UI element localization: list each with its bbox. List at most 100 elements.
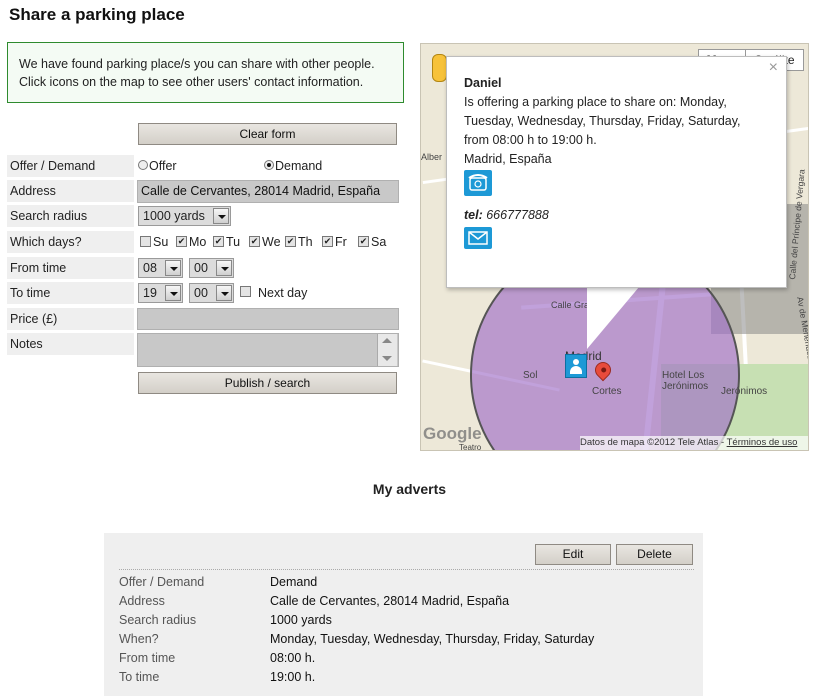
- advert-field-value: Demand: [270, 575, 318, 589]
- next-day-label: Next day: [258, 286, 308, 300]
- label-price: Price (£): [7, 308, 134, 330]
- advert-field-value: 19:00 h.: [270, 670, 316, 684]
- advert-field-label: Address: [119, 594, 165, 608]
- to-hour-select[interactable]: 19: [138, 283, 183, 303]
- demand-radio[interactable]: [264, 160, 274, 170]
- day-label-fr: Fr: [335, 235, 347, 249]
- label-notes: Notes: [7, 333, 134, 355]
- notice-line-1: We have found parking place/s you can sh…: [19, 57, 375, 71]
- label-address: Address: [7, 180, 134, 202]
- chevron-down-icon: [216, 260, 232, 276]
- day-checkbox-su[interactable]: [140, 236, 151, 247]
- street-view-pegman-icon[interactable]: [432, 54, 447, 82]
- infowindow: × Daniel Is offering a parking place to …: [446, 56, 787, 288]
- label-to-time: To time: [7, 282, 134, 304]
- map-label-teatro: Teatro: [459, 443, 482, 451]
- notes-textarea[interactable]: [137, 333, 399, 367]
- advert-row: Offer / Demand Demand: [119, 573, 689, 592]
- infowindow-text-line-2: Tuesday, Wednesday, Thursday, Friday, Sa…: [464, 114, 741, 128]
- advert-card: Edit Delete Offer / Demand Demand Address C…: [104, 533, 703, 696]
- day-checkbox-sa[interactable]: [358, 236, 369, 247]
- chevron-down-icon: [165, 260, 181, 276]
- scroll-down-icon[interactable]: [382, 356, 392, 361]
- google-logo: Google: [423, 424, 482, 443]
- notice-line-2: Click icons on the map to see other user…: [19, 75, 364, 89]
- label-from-time: From time: [7, 257, 134, 279]
- to-minute-value: 00: [194, 286, 208, 300]
- map-attribution-text: Datos de mapa ©2012 Tele Atlas -: [580, 437, 727, 448]
- to-minute-select[interactable]: 00: [189, 283, 234, 303]
- my-adverts-title: My adverts: [372, 481, 447, 497]
- map-label-alber: Alber: [421, 152, 443, 162]
- next-day-checkbox[interactable]: [240, 286, 251, 297]
- day-label-su: Su: [153, 235, 169, 249]
- advert-divider: [119, 569, 694, 570]
- day-label-th: Th: [298, 235, 313, 249]
- from-minute-select[interactable]: 00: [189, 258, 234, 278]
- day-checkbox-fr[interactable]: [322, 236, 333, 247]
- publish-search-button[interactable]: Publish / search: [138, 372, 397, 394]
- map-label-sol: Sol: [523, 370, 538, 381]
- chevron-down-icon: [165, 285, 181, 301]
- tel-label: tel:: [464, 208, 483, 222]
- map-terms-link[interactable]: Términos de uso: [727, 437, 798, 448]
- chevron-down-icon: [216, 285, 232, 301]
- advert-row: Search radius 1000 yards: [119, 611, 689, 630]
- advert-field-value: Monday, Tuesday, Wednesday, Thursday, Fr…: [270, 632, 595, 646]
- notice-box: We have found parking place/s you can sh…: [7, 42, 404, 103]
- day-checkbox-mo[interactable]: [176, 236, 187, 247]
- demand-radio-label: Demand: [275, 159, 323, 173]
- advert-row: From time 08:00 h.: [119, 649, 689, 668]
- advert-field-label: To time: [119, 670, 160, 684]
- offer-radio[interactable]: [138, 160, 148, 170]
- advert-field-value: Calle de Cervantes, 28014 Madrid, España: [270, 594, 510, 608]
- day-checkbox-tu[interactable]: [213, 236, 224, 247]
- label-search-radius: Search radius: [7, 205, 134, 227]
- day-checkbox-th[interactable]: [285, 236, 296, 247]
- label-which-days: Which days?: [7, 231, 134, 253]
- to-hour-value: 19: [143, 286, 157, 300]
- advert-field-value: 1000 yards: [270, 613, 332, 627]
- infowindow-location: Madrid, España: [464, 152, 552, 166]
- chevron-down-icon: [213, 208, 229, 224]
- from-hour-select[interactable]: 08: [138, 258, 183, 278]
- day-checkbox-we[interactable]: [249, 236, 260, 247]
- phone-icon[interactable]: [464, 170, 492, 196]
- tel-number: 666777888: [486, 208, 549, 222]
- day-label-we: We: [262, 235, 281, 249]
- label-offer-demand: Offer / Demand: [7, 155, 134, 177]
- clear-form-button[interactable]: Clear form: [138, 123, 397, 145]
- notes-scrollbar[interactable]: [377, 334, 397, 366]
- day-label-sa: Sa: [371, 235, 387, 249]
- infowindow-pointer: [587, 287, 639, 349]
- search-radius-value: 1000 yards: [143, 209, 205, 223]
- close-icon[interactable]: ×: [769, 60, 778, 76]
- advert-field-label: From time: [119, 651, 176, 665]
- map-attribution: Datos de mapa ©2012 Tele Atlas - Término…: [580, 436, 808, 450]
- offer-radio-label: Offer: [149, 159, 177, 173]
- map-label-cortes: Cortes: [592, 386, 622, 397]
- page-title: Share a parking place: [9, 5, 185, 24]
- advert-row: Address Calle de Cervantes, 28014 Madrid,…: [119, 592, 689, 611]
- advert-field-label: Search radius: [119, 613, 197, 627]
- user-marker-icon[interactable]: [565, 354, 587, 378]
- advert-field-label: Offer / Demand: [119, 575, 205, 589]
- search-radius-select[interactable]: 1000 yards: [138, 206, 231, 226]
- map-label-jeronimos: Jerónimos: [721, 386, 768, 397]
- infowindow-text-line-1: Is offering a parking place to share on:…: [464, 95, 727, 109]
- from-minute-value: 00: [194, 261, 208, 275]
- scroll-up-icon[interactable]: [382, 338, 392, 343]
- edit-button[interactable]: Edit: [535, 544, 611, 565]
- advert-field-value: 08:00 h.: [270, 651, 316, 665]
- address-input[interactable]: Calle de Cervantes, 28014 Madrid, España: [137, 180, 399, 203]
- infowindow-text-line-3: from 08:00 h to 19:00 h.: [464, 133, 597, 147]
- map-label-hotel: Hotel Los Jerónimos: [662, 370, 709, 392]
- advert-row: To time 19:00 h.: [119, 668, 689, 687]
- infowindow-name: Daniel: [464, 76, 502, 90]
- advert-row: When? Monday, Tuesday, Wednesday, Thursda…: [119, 630, 689, 649]
- from-hour-value: 08: [143, 261, 157, 275]
- email-icon[interactable]: [464, 227, 492, 249]
- price-input[interactable]: [137, 308, 399, 330]
- day-label-mo: Mo: [189, 235, 207, 249]
- delete-button[interactable]: Delete: [616, 544, 693, 565]
